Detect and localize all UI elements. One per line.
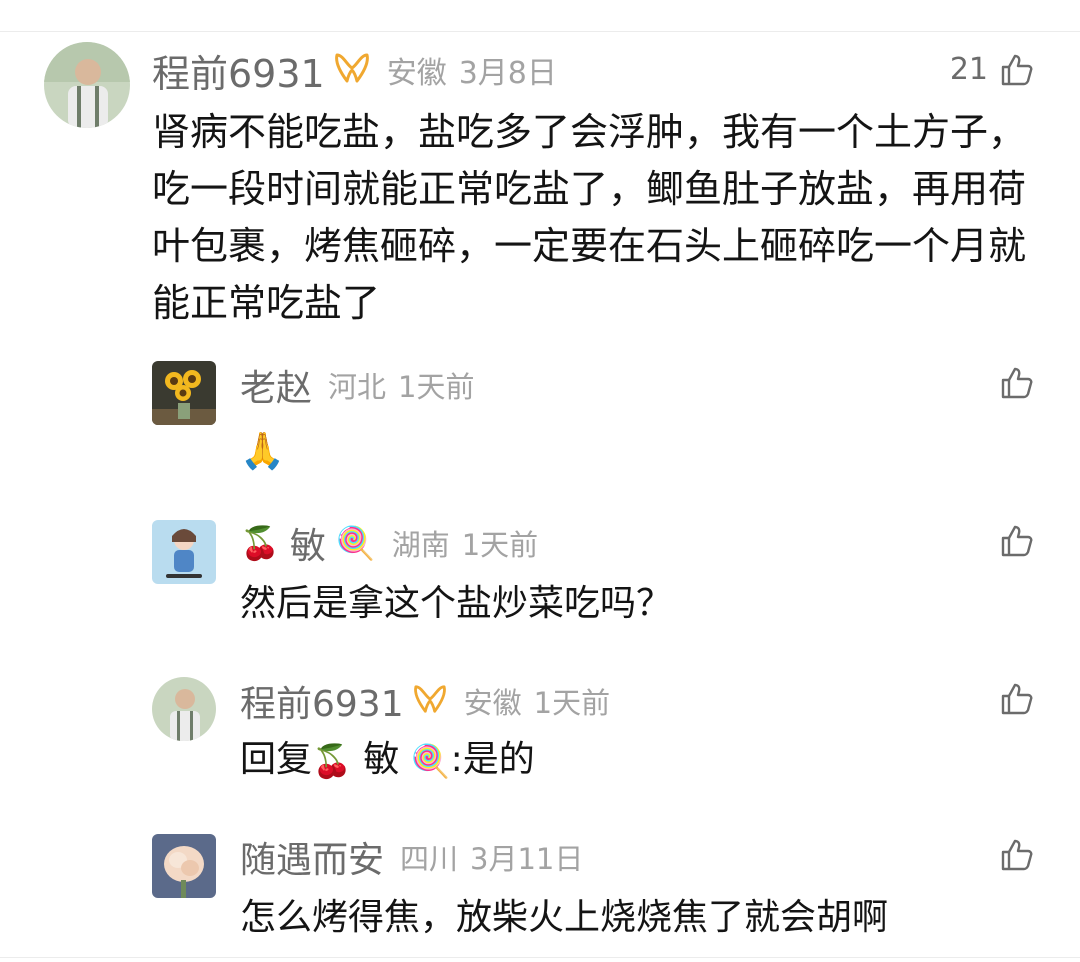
reply-text: 🙏 <box>240 430 285 474</box>
bottom-divider <box>0 957 1080 958</box>
avatar[interactable] <box>152 677 216 741</box>
avatar[interactable] <box>44 42 130 128</box>
lollipop-emoji: 🍭 <box>410 742 451 780</box>
like-button[interactable] <box>1000 682 1034 716</box>
region: 河北 <box>328 370 387 404</box>
timestamp: 1天前 <box>461 528 539 562</box>
cherry-emoji: 🍒 <box>312 742 352 780</box>
vip-badge-icon <box>412 683 448 719</box>
reply-body: :是的 <box>450 739 535 780</box>
avatar[interactable] <box>152 834 216 898</box>
like-count: 21 <box>949 52 988 87</box>
region: 湖南 <box>391 528 450 562</box>
timestamp: 3月8日 <box>458 56 557 91</box>
reply-prefix: 回复 <box>240 739 313 780</box>
reply-text: 然后是拿这个盐炒菜吃吗？ <box>240 583 673 624</box>
reply-meta: 程前6931 安徽 1天前 <box>240 680 611 725</box>
reply-meta: 随遇而安 四川 3月11日 <box>240 836 584 881</box>
like-button[interactable] <box>1000 524 1034 558</box>
like-button[interactable]: 21 <box>950 52 1034 87</box>
username[interactable]: 敏 <box>290 517 326 569</box>
vip-badge-icon <box>333 51 371 89</box>
thumbs-up-icon <box>1001 839 1033 871</box>
username[interactable]: 老赵 <box>240 359 312 411</box>
comment-meta: 程前6931 安徽 3月8日 <box>152 48 557 96</box>
reply-to-username[interactable]: 敏 <box>363 739 399 780</box>
region: 安徽 <box>463 686 522 720</box>
timestamp: 3月11日 <box>470 842 584 876</box>
username[interactable]: 随遇而安 <box>240 831 384 883</box>
region: 四川 <box>400 842 459 876</box>
like-button[interactable] <box>1000 366 1034 400</box>
top-divider <box>0 31 1080 32</box>
reply-meta: 🍒 敏 🍭 湖南 1天前 <box>240 522 539 567</box>
reply-meta: 老赵 河北 1天前 <box>240 364 475 409</box>
lollipop-emoji: 🍭 <box>335 524 376 562</box>
thumbs-up-icon <box>1001 54 1033 85</box>
username[interactable]: 程前6931 <box>240 675 404 727</box>
like-button[interactable] <box>1000 838 1034 872</box>
timestamp: 1天前 <box>533 686 611 720</box>
reply-text: 回复🍒 敏 🍭:是的 <box>240 738 535 783</box>
timestamp: 1天前 <box>398 370 475 404</box>
avatar[interactable] <box>152 520 216 584</box>
avatar[interactable] <box>152 361 216 425</box>
region: 安徽 <box>386 56 447 91</box>
thumbs-up-icon <box>1001 683 1033 715</box>
reply-text: 怎么烤得焦，放柴火上烧烧焦了就会胡啊 <box>240 897 889 938</box>
comment-text: 肾病不能吃盐，盐吃多了会浮肿，我有一个土方子，吃一段时间就能正常吃盐了，鲫鱼肚子… <box>152 110 1027 325</box>
thumbs-up-icon <box>1001 525 1033 557</box>
praying-hands-emoji: 🙏 <box>240 431 285 472</box>
thumbs-up-icon <box>1001 367 1033 399</box>
username[interactable]: 程前6931 <box>152 43 325 98</box>
cherry-emoji: 🍒 <box>240 524 280 562</box>
